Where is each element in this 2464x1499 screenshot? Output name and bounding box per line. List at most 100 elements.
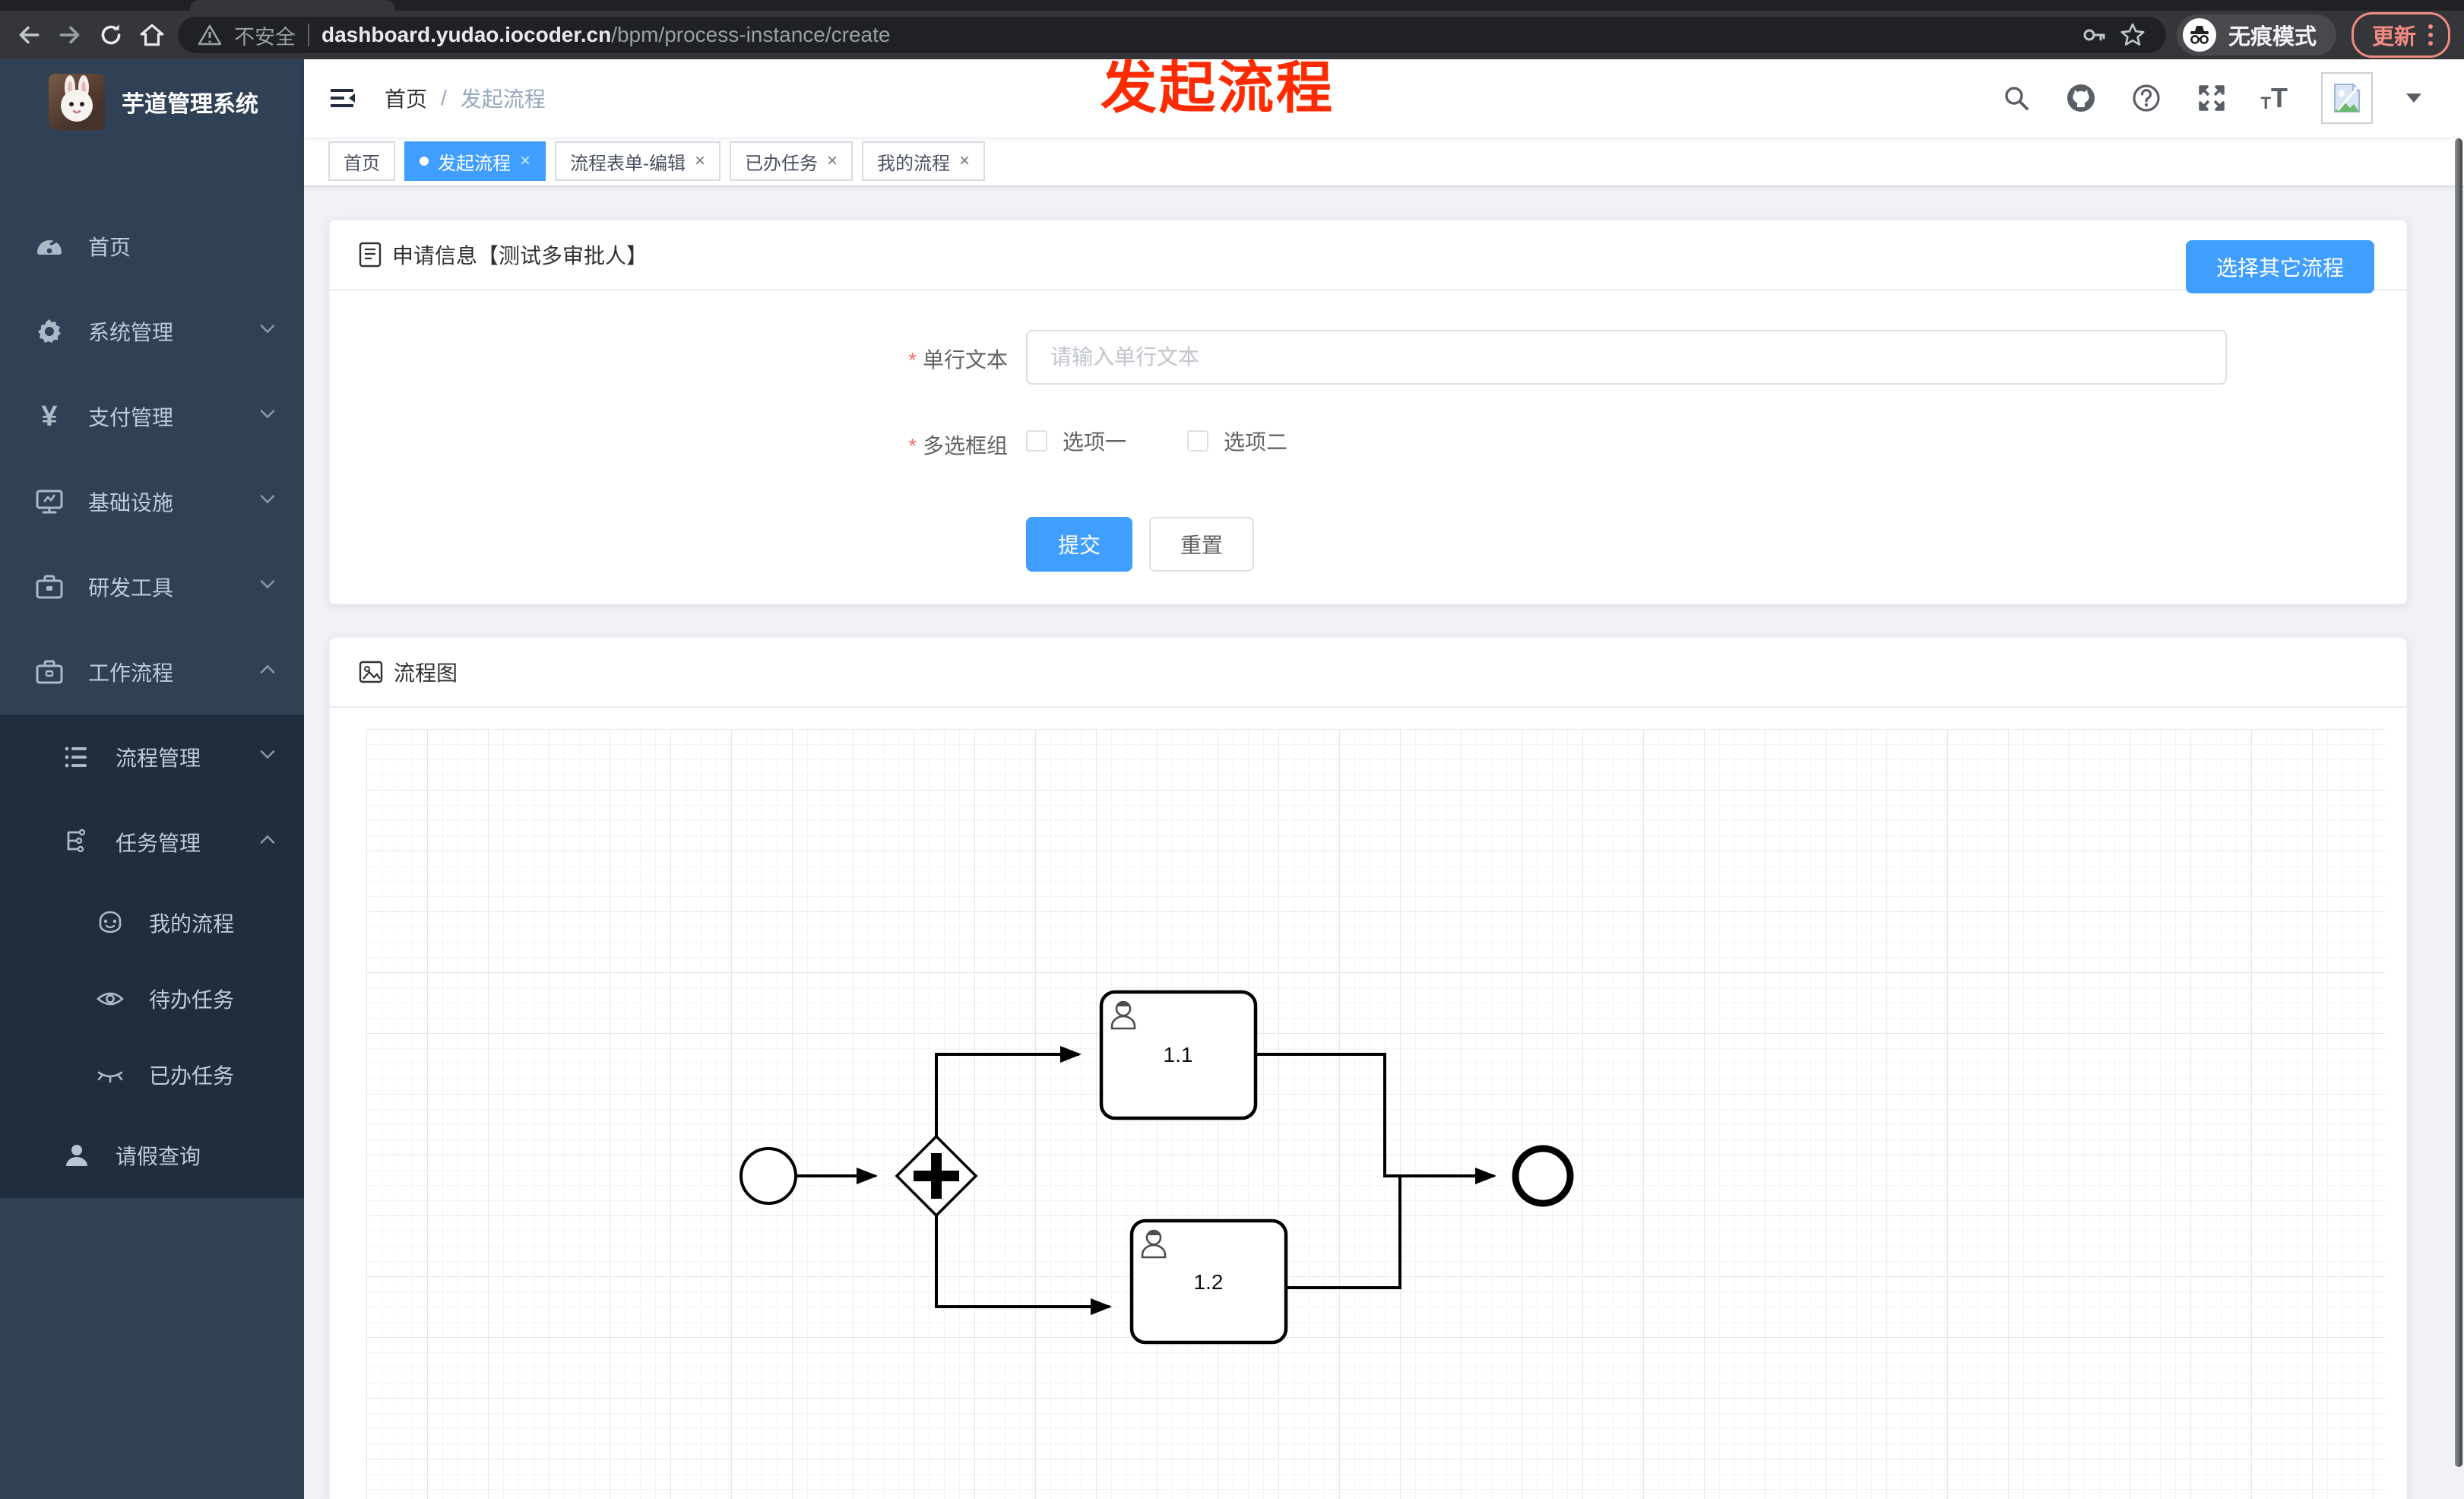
- github-icon[interactable]: [2065, 82, 2097, 114]
- sidebar-item-infrastructure[interactable]: 基础设施: [0, 459, 304, 544]
- sidebar-item-label: 研发工具: [88, 576, 174, 600]
- breadcrumb-separator: /: [441, 86, 447, 109]
- field-label-checkbox-group: * 多选框组: [908, 434, 1008, 458]
- submit-button[interactable]: 提交: [1026, 517, 1132, 572]
- sidebar-item-todo-tasks[interactable]: 待办任务: [0, 961, 304, 1037]
- flow-task2-to-end: [1286, 1177, 1401, 1289]
- monitor-icon: [33, 486, 65, 518]
- back-button[interactable]: [14, 20, 44, 50]
- breadcrumb-current: 发起流程: [460, 87, 546, 111]
- avatar[interactable]: [2321, 72, 2373, 124]
- gear-icon: [33, 315, 65, 347]
- incognito-icon: [2182, 18, 2216, 52]
- checkbox-option-1[interactable]: 选项一: [1026, 426, 1126, 456]
- app-title: 芋道管理系统: [122, 92, 258, 117]
- sidebar: 芋道管理系统 首页 系统管理 ¥ 支付管理 基础设施 研发工具 工作流程 流程管…: [0, 59, 304, 1499]
- tab-my-process[interactable]: 我的流程 ×: [862, 141, 986, 181]
- avatar-dropdown-caret[interactable]: [2406, 93, 2421, 103]
- bpmn-user-task-1-1[interactable]: 1.1: [1099, 990, 1258, 1120]
- flow-task1-to-end: [1256, 1053, 1496, 1184]
- field-label-single-text: * 单行文本: [908, 348, 1008, 372]
- sidebar-item-label: 我的流程: [149, 912, 235, 936]
- tab-close-icon[interactable]: ×: [520, 152, 530, 170]
- checkbox-icon[interactable]: [1026, 430, 1047, 452]
- eye-closed-icon: [94, 1059, 126, 1091]
- sidebar-item-label: 支付管理: [88, 406, 174, 429]
- tab-process-form-edit[interactable]: 流程表单-编辑 ×: [555, 141, 721, 181]
- home-button[interactable]: [137, 20, 167, 50]
- single-text-input[interactable]: [1026, 330, 2227, 385]
- not-secure-warning-icon: [198, 24, 222, 46]
- sidebar-item-label: 系统管理: [88, 321, 174, 344]
- tab-close-icon[interactable]: ×: [827, 152, 838, 170]
- key-icon[interactable]: [2081, 22, 2107, 48]
- url-text[interactable]: dashboard.yudao.iocoder.cn/bpm/process-i…: [321, 23, 890, 47]
- forward-button[interactable]: [55, 20, 85, 50]
- toolbox-icon: [33, 571, 65, 603]
- workflow-submenu: 流程管理 任务管理 我的流程 待办任务 已办任务 请假查询: [0, 715, 304, 1198]
- main-area: 首页 / 发起流程 TT 首页 发起流程 × 流程表单-编辑 × 已办任务 × 我的: [304, 59, 2464, 1499]
- browser-window: 不安全 dashboard.yudao.iocoder.cn/bpm/proce…: [0, 0, 2464, 1499]
- sidebar-toggle-button[interactable]: [327, 83, 357, 113]
- sidebar-item-task-management[interactable]: 任务管理: [0, 800, 304, 885]
- chrome-update-button[interactable]: 更新: [2351, 12, 2450, 58]
- bookmark-star-icon[interactable]: [2119, 21, 2146, 49]
- tab-close-icon[interactable]: ×: [695, 152, 705, 170]
- sidebar-item-workflow[interactable]: 工作流程: [0, 629, 304, 715]
- url-divider: [308, 24, 309, 46]
- picture-icon: [359, 661, 383, 683]
- incognito-badge: 无痕模式: [2176, 14, 2336, 55]
- reset-button[interactable]: 重置: [1149, 517, 1254, 572]
- sidebar-item-label: 首页: [88, 236, 131, 259]
- bpmn-user-task-1-2[interactable]: 1.2: [1129, 1219, 1288, 1345]
- apply-info-card: 申请信息【测试多审批人】 选择其它流程 *单行文本 *多选框组 选项一 选项二 …: [328, 219, 2408, 605]
- sidebar-item-home[interactable]: 首页: [0, 204, 304, 289]
- page-content: 申请信息【测试多审批人】 选择其它流程 *单行文本 *多选框组 选项一 选项二 …: [304, 187, 2464, 1499]
- tab-start-process[interactable]: 发起流程 ×: [404, 141, 546, 181]
- chevron-down-icon: [257, 489, 278, 515]
- sidebar-item-system[interactable]: 系统管理: [0, 289, 304, 374]
- update-label: 更新: [2371, 25, 2416, 49]
- sidebar-item-my-process[interactable]: 我的流程: [0, 885, 304, 961]
- fullscreen-icon[interactable]: [2196, 82, 2228, 114]
- tab-home[interactable]: 首页: [328, 141, 395, 181]
- breadcrumb: 首页 / 发起流程: [385, 83, 546, 113]
- sidebar-item-process-management[interactable]: 流程管理: [0, 715, 304, 800]
- help-icon[interactable]: [2130, 82, 2162, 114]
- sidebar-item-label: 基础设施: [88, 491, 174, 515]
- chevron-down-icon: [257, 574, 278, 601]
- active-browser-tab[interactable]: [190, 0, 395, 11]
- navbar-actions: TT: [2001, 59, 2421, 137]
- bpmn-end-event[interactable]: [1512, 1145, 1574, 1207]
- checkbox-icon[interactable]: [1187, 430, 1209, 452]
- tree-icon: [61, 741, 93, 773]
- app-logo[interactable]: 芋道管理系统: [0, 59, 304, 144]
- reload-button[interactable]: [96, 20, 126, 50]
- breadcrumb-home[interactable]: 首页: [385, 83, 427, 113]
- font-size-icon[interactable]: TT: [2261, 84, 2288, 112]
- chevron-down-icon: [257, 318, 278, 345]
- chevron-down-icon: [257, 744, 278, 771]
- security-label[interactable]: 不安全: [234, 21, 296, 50]
- document-icon: [359, 242, 382, 268]
- choose-other-process-button[interactable]: 选择其它流程: [2185, 240, 2374, 293]
- bpmn-start-event[interactable]: [740, 1147, 797, 1205]
- browser-menu-icon[interactable]: [2428, 24, 2433, 46]
- sidebar-item-done-tasks[interactable]: 已办任务: [0, 1037, 304, 1113]
- process-diagram-header: 流程图: [330, 638, 2406, 708]
- url-path: /bpm/process-instance/create: [611, 23, 891, 46]
- tab-close-icon[interactable]: ×: [959, 152, 970, 170]
- page-scrollbar[interactable]: [2455, 138, 2462, 1467]
- sidebar-item-payment[interactable]: ¥ 支付管理: [0, 374, 304, 459]
- sidebar-item-label: 已办任务: [149, 1064, 235, 1088]
- sidebar-item-leave-query[interactable]: 请假查询: [0, 1113, 304, 1198]
- sidebar-item-dev-tools[interactable]: 研发工具: [0, 544, 304, 629]
- flow-gateway-to-task2: [935, 1215, 1112, 1315]
- bpmn-canvas[interactable]: 1.1 1.2: [366, 729, 2385, 1499]
- required-asterisk: *: [908, 348, 917, 372]
- tab-done-tasks[interactable]: 已办任务 ×: [730, 141, 854, 181]
- search-icon[interactable]: [2001, 83, 2032, 113]
- apply-info-header: 申请信息【测试多审批人】: [330, 220, 2406, 290]
- flow-gateway-to-task1: [935, 1046, 1082, 1136]
- checkbox-option-2[interactable]: 选项二: [1187, 426, 1287, 456]
